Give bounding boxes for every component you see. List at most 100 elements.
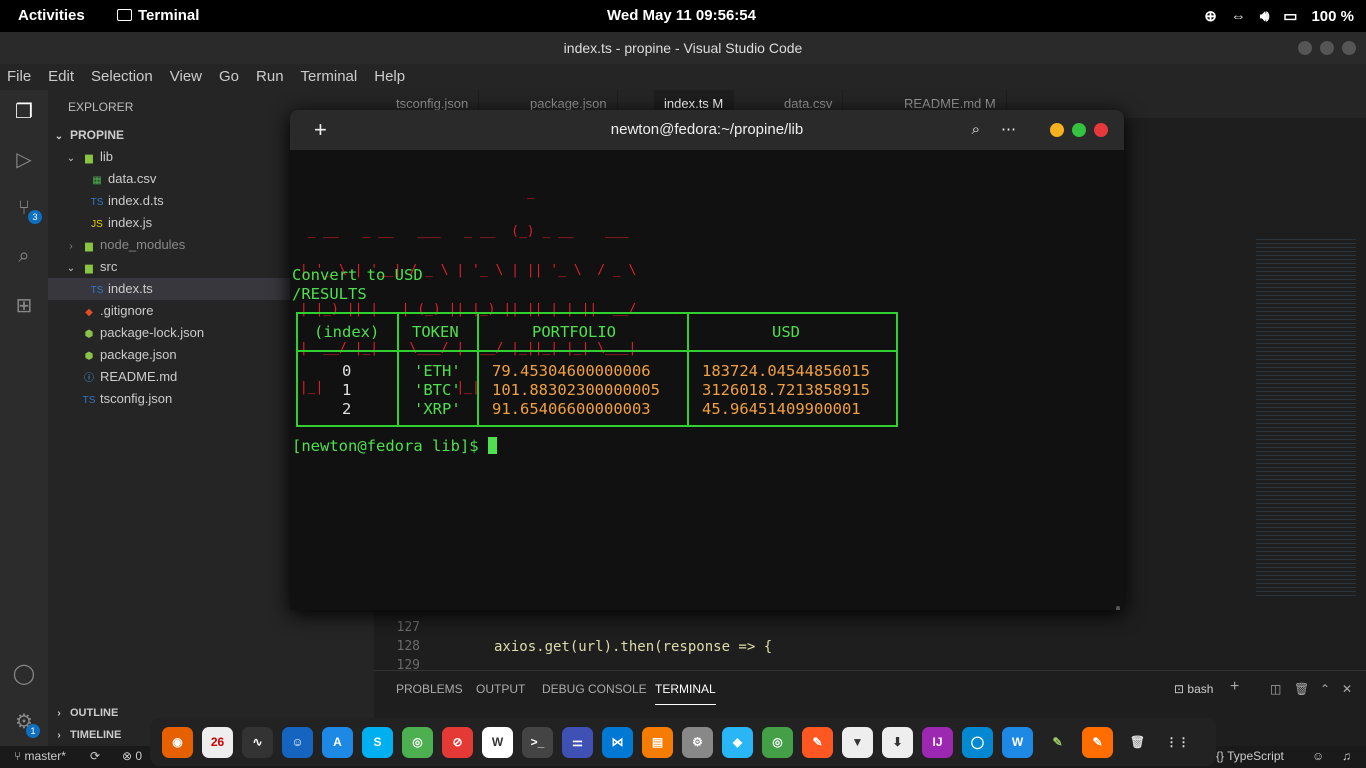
close-panel-icon[interactable]: ✕ — [1342, 682, 1352, 696]
tab-debug-console[interactable]: DEBUG CONSOLE — [542, 682, 647, 696]
terminal-prompt[interactable]: [newton@fedora lib]$ — [292, 437, 497, 455]
account-icon[interactable]: ◯ — [12, 662, 36, 686]
jetbrains-icon[interactable]: IJ — [922, 726, 953, 758]
line-number: 129 — [396, 658, 420, 670]
braces-icon: {} — [1216, 749, 1228, 763]
chrome-alt-icon[interactable]: ◎ — [762, 726, 793, 758]
outline-section[interactable]: › OUTLINE — [52, 702, 118, 724]
menu-selection[interactable]: Selection — [91, 64, 153, 90]
pen-icon[interactable]: ✎ — [1042, 726, 1073, 758]
tree-item[interactable]: ⌄ ▆ src — [64, 256, 118, 278]
tree-item[interactable]: JS index.js — [90, 212, 152, 234]
terminal-app-icon[interactable]: >_ — [522, 726, 553, 758]
show-apps-icon[interactable]: ⋮⋮ — [1162, 726, 1193, 758]
accessibility-icon[interactable]: ⊕ — [1204, 7, 1217, 25]
folder-icon: ▆ — [85, 263, 93, 274]
tab-output[interactable]: OUTPUT — [476, 682, 525, 696]
notifications-icon[interactable]: ♫ — [1342, 749, 1351, 763]
terminal-shell-selector[interactable]: ⊡ bash — [1174, 682, 1213, 696]
maximize-button[interactable] — [1072, 123, 1086, 137]
safari-icon[interactable]: ⊘ — [442, 726, 473, 758]
terminal-scrollbar[interactable] — [1116, 606, 1120, 610]
tree-item[interactable]: ⌄ ▆ lib — [64, 146, 113, 168]
explorer-header: EXPLORER — [68, 100, 134, 114]
maximize-button[interactable] — [1320, 41, 1334, 55]
chrome-icon[interactable]: ◎ — [402, 726, 433, 758]
new-tab-icon[interactable]: + — [314, 110, 327, 150]
firefox-icon[interactable]: ◉ — [162, 726, 193, 758]
outline-label: OUTLINE — [70, 707, 119, 719]
menu-terminal[interactable]: Terminal — [301, 64, 358, 90]
terminal-output[interactable]: _ _ __ _ __ ___ _ __ (_) _ __ ___ | '_ \… — [290, 150, 1124, 610]
menu-run[interactable]: Run — [256, 64, 284, 90]
branch-indicator[interactable]: ⑂ master* — [14, 749, 66, 763]
app-store-icon[interactable]: A — [322, 726, 353, 758]
tree-item[interactable]: › ▆ node_modules — [64, 234, 185, 256]
table-header: (index) — [314, 323, 380, 341]
app-menu[interactable]: Terminal — [117, 7, 199, 24]
inkscape-icon[interactable]: ▼ — [842, 726, 873, 758]
trash-icon[interactable]: 🗑︎ — [1294, 682, 1309, 696]
feedback-icon[interactable]: ☺ — [1312, 749, 1324, 763]
network-icon: ⇔ — [1230, 7, 1246, 25]
store-icon[interactable]: ▤ — [642, 726, 673, 758]
project-root[interactable]: ⌄ PROPINE — [52, 124, 124, 146]
json-file-icon: ⬢ — [84, 329, 94, 340]
settings-icon[interactable]: ⚙ — [682, 726, 713, 758]
tree-item[interactable]: ⬢ package-lock.json — [82, 322, 204, 344]
calendar-icon[interactable]: 26 — [202, 726, 233, 758]
minimize-button[interactable] — [1298, 41, 1312, 55]
close-button[interactable] — [1094, 123, 1108, 137]
timeline-section[interactable]: › TIMELINE — [52, 724, 121, 746]
tree-item[interactable]: ⓘ README.md — [82, 366, 177, 388]
postman-running-icon[interactable]: ✎ — [1082, 726, 1113, 758]
csv-file-icon: ▦ — [92, 175, 102, 186]
terminal-window[interactable]: + newton@fedora:~/propine/lib ⌕ ⋯ _ _ __… — [290, 110, 1124, 610]
menu-icon[interactable]: ⋯ — [1001, 110, 1016, 150]
minimap[interactable] — [1256, 236, 1356, 596]
postman-icon[interactable]: ✎ — [802, 726, 833, 758]
chevron-up-icon[interactable]: ⌃ — [1320, 682, 1330, 696]
clock[interactable]: Wed May 11 09:56:54 — [607, 7, 756, 24]
wordpress-icon[interactable]: W — [482, 726, 513, 758]
tree-item[interactable]: ◆ .gitignore — [82, 300, 153, 322]
menu-view[interactable]: View — [170, 64, 202, 90]
project-label: PROPINE — [70, 128, 125, 142]
search-icon[interactable]: ⌕ — [972, 110, 980, 150]
system-tray[interactable]: ⊕ ⇔ 🔊︎ ▭ 100 % — [1204, 7, 1354, 26]
problems-indicator[interactable]: ⊗ 0 — [122, 749, 142, 763]
trash-icon[interactable]: 🗑︎ — [1122, 726, 1153, 758]
activities-button[interactable]: Activities — [18, 7, 85, 24]
control-center-icon[interactable]: ⚌ — [562, 726, 593, 758]
writer-icon[interactable]: W — [1002, 726, 1033, 758]
extensions-icon[interactable]: ⊞ — [12, 294, 36, 318]
finder-icon[interactable]: ☺ — [282, 726, 313, 758]
tree-item[interactable]: ⬢ package.json — [82, 344, 177, 366]
run-debug-icon[interactable]: ▷ — [12, 148, 36, 172]
tab-terminal[interactable]: TERMINAL — [655, 682, 716, 705]
search-icon[interactable]: ⌕ — [12, 244, 36, 268]
tree-item[interactable]: ▦ data.csv — [90, 168, 156, 190]
downloads-icon[interactable]: ⬇ — [882, 726, 913, 758]
explorer-icon[interactable]: ❐ — [12, 100, 36, 124]
box-icon[interactable]: ◆ — [722, 726, 753, 758]
tree-item[interactable]: TS tsconfig.json — [82, 388, 173, 410]
language-mode[interactable]: {} TypeScript — [1216, 749, 1284, 763]
table-cell: 91.65406600000003 — [492, 400, 651, 418]
minimize-button[interactable] — [1050, 123, 1064, 137]
new-terminal-icon[interactable]: + — [1230, 678, 1239, 696]
close-button[interactable] — [1342, 41, 1356, 55]
skype-icon[interactable]: S — [362, 726, 393, 758]
table-cell: 'ETH' — [414, 362, 461, 380]
menu-edit[interactable]: Edit — [48, 64, 74, 90]
menu-file[interactable]: File — [7, 64, 31, 90]
tab-problems[interactable]: PROBLEMS — [396, 682, 463, 696]
system-monitor-icon[interactable]: ∿ — [242, 726, 273, 758]
sync-icon[interactable]: ⟳ — [90, 749, 100, 763]
split-terminal-icon[interactable]: ◫ — [1270, 682, 1281, 696]
tree-item[interactable]: TS index.d.ts — [90, 190, 164, 212]
menu-help[interactable]: Help — [374, 64, 405, 90]
app-icon[interactable]: ◯ — [962, 726, 993, 758]
menu-go[interactable]: Go — [219, 64, 239, 90]
vscode-icon[interactable]: ⋈ — [602, 726, 633, 758]
